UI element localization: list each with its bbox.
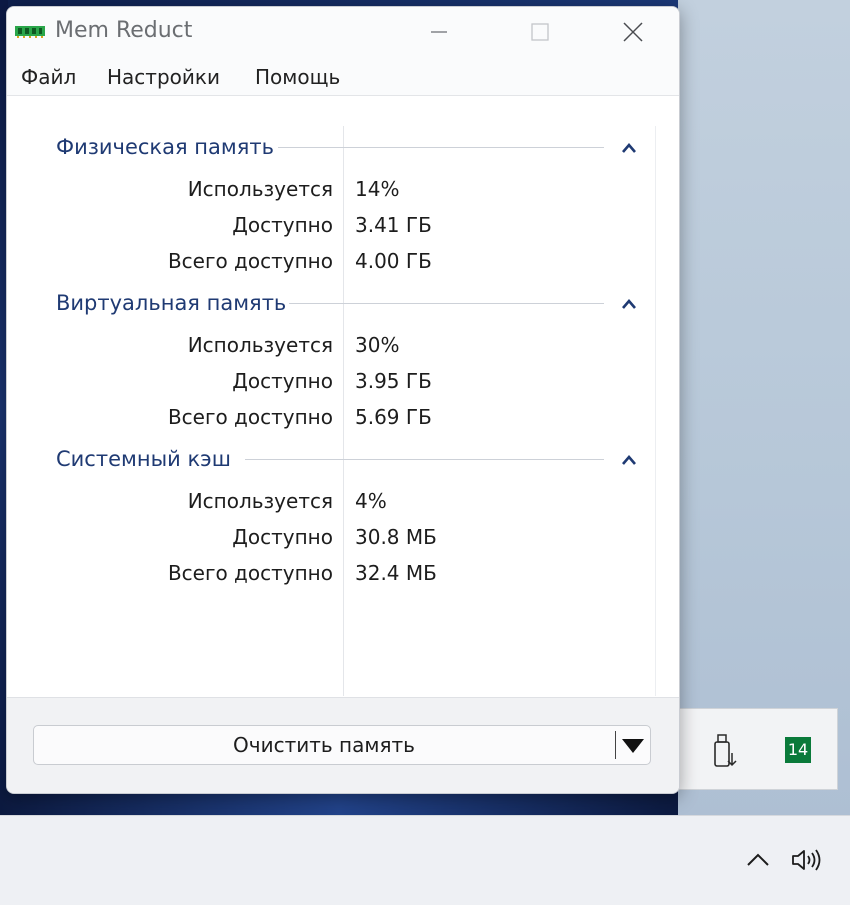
memory-stats-panel: Физическая память Используется 14% Досту…	[7, 96, 679, 696]
safely-remove-hardware-button[interactable]	[707, 731, 743, 771]
minimize-button[interactable]	[419, 15, 459, 49]
row-value: 5.69 ГБ	[355, 405, 432, 429]
volume-button[interactable]	[787, 845, 827, 875]
group-rule	[278, 147, 604, 148]
collapse-chevron-icon[interactable]	[620, 297, 638, 311]
chevron-up-icon	[747, 853, 769, 866]
list-edge	[655, 126, 656, 696]
row-value: 30%	[355, 333, 400, 357]
minimize-icon	[431, 31, 447, 33]
group-title-system-cache[interactable]: Системный кэш	[56, 444, 231, 474]
row-value: 14%	[355, 177, 400, 201]
collapse-chevron-icon[interactable]	[620, 453, 638, 467]
row-value: 4%	[355, 489, 387, 513]
memory-chip-icon	[15, 26, 45, 38]
row-label: Доступно	[232, 213, 333, 237]
row-label: Используется	[187, 489, 333, 513]
row-value: 32.4 МБ	[355, 561, 437, 585]
column-divider	[343, 126, 344, 696]
window-footer: Очистить память	[7, 697, 679, 793]
group-rule	[245, 459, 604, 460]
dropdown-arrow-icon[interactable]	[620, 737, 646, 755]
memreduct-tray-icon[interactable]: 14	[785, 737, 811, 763]
maximize-button[interactable]	[520, 15, 560, 49]
usb-drive-icon	[714, 734, 737, 767]
menu-settings[interactable]: Настройки	[107, 63, 220, 91]
row-label: Всего доступно	[167, 405, 333, 429]
row-value: 30.8 МБ	[355, 525, 437, 549]
desktop-wallpaper-right	[678, 0, 850, 820]
title-bar[interactable]: Mem Reduct	[7, 7, 679, 57]
group-title-virtual[interactable]: Виртуальная память	[56, 288, 286, 318]
menu-file[interactable]: Файл	[21, 63, 76, 91]
close-icon	[623, 22, 643, 42]
group-title-physical[interactable]: Физическая память	[56, 132, 274, 162]
clean-memory-button[interactable]: Очистить память	[33, 725, 651, 765]
mem-reduct-window: Mem Reduct Файл Настройки Помощь Физичес…	[6, 6, 680, 794]
close-button[interactable]	[613, 15, 653, 49]
menu-bar: Файл Настройки Помощь	[7, 57, 679, 96]
row-value: 3.41 ГБ	[355, 213, 432, 237]
row-label: Используется	[187, 333, 333, 357]
clean-memory-label: Очистить память	[233, 733, 415, 757]
row-value: 3.95 ГБ	[355, 369, 432, 393]
collapse-chevron-icon[interactable]	[620, 141, 638, 155]
show-hidden-icons-button[interactable]	[743, 845, 773, 875]
row-label: Используется	[187, 177, 333, 201]
group-rule	[289, 303, 604, 304]
row-value: 4.00 ГБ	[355, 249, 432, 273]
row-label: Всего доступно	[167, 249, 333, 273]
speaker-icon	[792, 849, 821, 871]
split-separator	[615, 731, 616, 759]
maximize-icon	[531, 23, 549, 41]
row-label: Всего доступно	[167, 561, 333, 585]
window-title: Mem Reduct	[55, 18, 193, 43]
row-label: Доступно	[232, 525, 333, 549]
menu-help[interactable]: Помощь	[255, 63, 340, 91]
row-label: Доступно	[232, 369, 333, 393]
tray-overflow-popup: 14	[678, 708, 838, 790]
taskbar	[0, 815, 850, 905]
